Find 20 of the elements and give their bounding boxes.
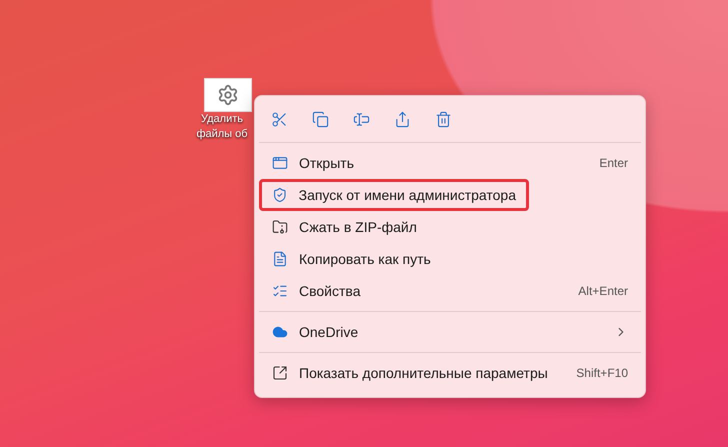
menu-item[interactable]: Копировать как путь <box>259 243 641 275</box>
window-icon <box>272 155 288 171</box>
properties-icon <box>272 283 288 299</box>
zip-folder-icon <box>272 219 288 235</box>
file-name: файлы об <box>196 127 248 142</box>
menu-item[interactable]: Открыть Enter <box>259 147 641 179</box>
menu-item[interactable]: Сжать в ZIP-файл <box>259 211 641 243</box>
file-thumbnail[interactable] <box>204 78 252 112</box>
text-cursor-icon <box>352 110 370 128</box>
trash-icon <box>434 110 452 128</box>
share-icon <box>394 110 410 128</box>
external-window-icon <box>272 365 288 381</box>
menu-item[interactable]: Запуск от имени администратора <box>259 179 529 211</box>
copy-icon <box>312 110 328 128</box>
menu-item[interactable]: OneDrive <box>259 316 641 348</box>
menu-item[interactable]: Показать дополнительные параметры Shift+F10 <box>259 357 641 389</box>
menu-item[interactable]: Свойства Alt+Enter <box>259 275 641 307</box>
file-name: Удалить <box>201 112 243 127</box>
cloud-icon <box>272 324 288 340</box>
scissors-icon <box>270 110 288 128</box>
